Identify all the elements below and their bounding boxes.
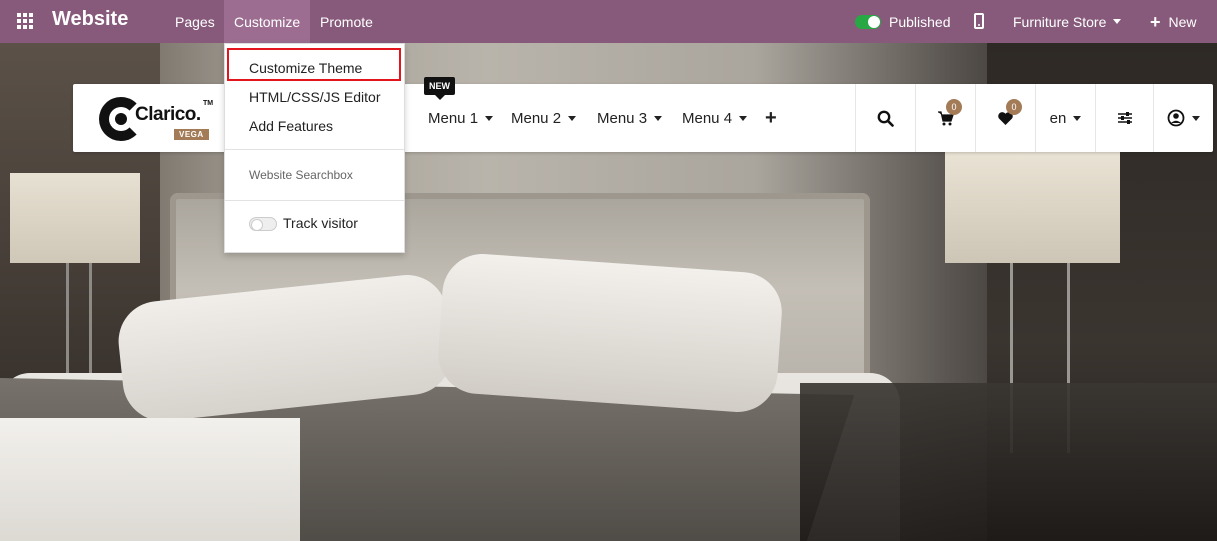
- nav-menu-3[interactable]: Menu 3: [597, 84, 663, 152]
- filter-sliders-icon: [1117, 112, 1132, 124]
- published-label: Published: [889, 13, 951, 30]
- new-button[interactable]: + New: [1150, 0, 1197, 43]
- apps-grid-icon[interactable]: [17, 13, 33, 29]
- dropdown-divider: [225, 200, 404, 201]
- site-logo[interactable]: Clarico. TM VEGA: [99, 94, 219, 144]
- nav-menu-1-label: Menu 1: [428, 109, 479, 127]
- published-switch[interactable]: [855, 14, 881, 29]
- chevron-down-icon: [1192, 115, 1200, 121]
- wishlist-count-badge: 0: [1006, 99, 1022, 115]
- published-toggle[interactable]: Published: [855, 0, 951, 43]
- website-top-bar: Website Pages Customize Promote Publishe…: [0, 0, 1217, 43]
- logo-subtitle: VEGA: [174, 129, 209, 140]
- customize-theme-item[interactable]: Customize Theme: [249, 60, 362, 76]
- menu-pages[interactable]: Pages: [165, 0, 225, 43]
- language-selector[interactable]: en: [1035, 84, 1095, 152]
- cart-button[interactable]: 0: [915, 84, 975, 152]
- customize-dropdown-menu: Customize Theme HTML/CSS/JS Editor Add F…: [224, 43, 405, 253]
- chevron-down-icon: [485, 115, 494, 121]
- nav-menu-3-label: Menu 3: [597, 109, 648, 127]
- add-features-item[interactable]: Add Features: [249, 118, 333, 134]
- track-visitor-toggle[interactable]: [249, 217, 277, 231]
- user-menu[interactable]: [1153, 84, 1213, 152]
- logo-tm: TM: [203, 100, 214, 107]
- plus-icon: +: [1150, 11, 1161, 32]
- website-searchbox-header: Website Searchbox: [249, 168, 353, 182]
- user-icon: [1167, 109, 1185, 127]
- filter-button[interactable]: [1095, 84, 1153, 152]
- new-button-label: New: [1168, 13, 1197, 30]
- chevron-down-icon: [1113, 19, 1122, 24]
- cart-count-badge: 0: [946, 99, 962, 115]
- menu-customize[interactable]: Customize: [224, 0, 311, 43]
- mobile-preview-icon[interactable]: [974, 13, 984, 29]
- website-switcher[interactable]: Furniture Store: [1013, 0, 1122, 43]
- logo-text: Clarico.: [135, 104, 201, 125]
- website-name: Furniture Store: [1013, 13, 1107, 30]
- search-icon: [877, 110, 894, 127]
- nav-menu-4-label: Menu 4: [682, 109, 733, 127]
- html-css-js-editor-item[interactable]: HTML/CSS/JS Editor: [249, 89, 380, 105]
- track-visitor-label[interactable]: Track visitor: [283, 215, 358, 231]
- nav-menu-2-label: Menu 2: [511, 109, 562, 127]
- app-brand-title: Website: [52, 8, 129, 30]
- menu-promote[interactable]: Promote: [310, 0, 383, 43]
- language-label: en: [1049, 109, 1067, 127]
- chevron-down-icon: [739, 115, 748, 121]
- search-button[interactable]: [855, 84, 915, 152]
- chevron-down-icon: [568, 115, 577, 121]
- chevron-down-icon: [654, 115, 663, 121]
- nav-menu-4[interactable]: Menu 4: [682, 84, 748, 152]
- wishlist-button[interactable]: 0: [975, 84, 1035, 152]
- nav-menu-2[interactable]: Menu 2: [511, 84, 577, 152]
- add-menu-button[interactable]: +: [765, 84, 777, 152]
- nav-menu-1[interactable]: Menu 1: [428, 84, 494, 152]
- chevron-down-icon: [1073, 115, 1082, 121]
- dropdown-divider: [225, 149, 404, 150]
